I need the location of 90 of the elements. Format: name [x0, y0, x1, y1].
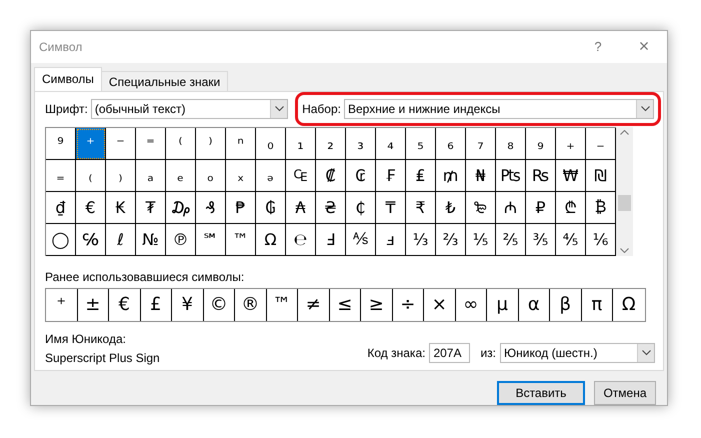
symbol-cell[interactable]: ₯ — [166, 192, 196, 224]
symbol-cell[interactable]: ℓ — [106, 224, 136, 256]
symbol-cell[interactable]: ⁽ — [166, 128, 196, 160]
from-label: из: — [480, 346, 496, 360]
symbol-cell[interactable]: ₺ — [436, 192, 466, 224]
symbol-cell[interactable]: ₰ — [196, 192, 226, 224]
symbol-cell[interactable]: ℅ — [76, 224, 106, 256]
symbol-cell[interactable]: ₔ — [256, 160, 286, 192]
close-button[interactable]: × — [621, 32, 667, 62]
symbol-cell[interactable]: ⅎ — [376, 224, 406, 256]
font-label: Шрифт: — [45, 102, 88, 116]
encoding-dropdown[interactable]: Юникод (шестн.) — [500, 342, 655, 363]
help-button[interactable]: ? — [575, 32, 621, 62]
symbol-cell[interactable]: ₱ — [226, 192, 256, 224]
symbol-cell[interactable]: ₹ — [406, 192, 436, 224]
symbol-cell[interactable]: ₭ — [106, 192, 136, 224]
symbol-cell[interactable]: ⅕ — [466, 224, 496, 256]
symbol-cell[interactable]: ₣ — [376, 160, 406, 192]
symbol-cell[interactable]: ₩ — [556, 160, 586, 192]
symbol-cell[interactable]: ₤ — [406, 160, 436, 192]
symbol-cell[interactable]: ₻ — [466, 192, 496, 224]
symbol-cell[interactable]: ℗ — [166, 224, 196, 256]
symbol-cell[interactable]: ₃ — [346, 128, 376, 160]
symbol-cell[interactable]: ⅓ — [406, 224, 436, 256]
symbol-cell[interactable]: ₾ — [556, 192, 586, 224]
symbol-cell[interactable]: ₉ — [526, 128, 556, 160]
symbol-cell[interactable]: ₡ — [316, 160, 346, 192]
symbol-cell[interactable]: Ω — [256, 224, 286, 256]
symbol-cell[interactable]: ⅔ — [436, 224, 466, 256]
symbol-cell[interactable]: ₓ — [226, 160, 256, 192]
font-dropdown[interactable]: (обычный текст) — [90, 98, 288, 119]
tab[interactable]: Специальные знаки — [100, 70, 228, 91]
symbol-cell[interactable]: ₒ — [196, 160, 226, 192]
symbol-cell[interactable]: ⁻ — [106, 128, 136, 160]
symbol-cell[interactable]: ₌ — [46, 160, 76, 192]
insert-button[interactable]: Вставить — [497, 381, 585, 405]
symbol-cell[interactable]: ₐ — [136, 160, 166, 192]
symbol-cell[interactable]: ⁺ — [76, 128, 106, 160]
unicode-name: Superscript Plus Sign — [45, 350, 161, 365]
recent-label: Ранее использовавшиеся символы: — [45, 270, 246, 284]
symbol-cell[interactable]: ⅖ — [496, 224, 526, 256]
symbol-cell[interactable]: ₑ — [166, 160, 196, 192]
recent-symbol[interactable]: Ω — [613, 288, 644, 321]
symbol-cell[interactable]: ⁾ — [196, 128, 226, 160]
subset-dropdown[interactable]: Верхние и нижние индексы — [344, 98, 654, 119]
symbol-cell[interactable]: ⅍ — [346, 224, 376, 256]
symbol-cell[interactable]: ₁ — [286, 128, 316, 160]
symbol-cell[interactable]: ₅ — [406, 128, 436, 160]
char-code-field[interactable]: 207A — [429, 342, 470, 363]
symbol-cell[interactable]: ₢ — [346, 160, 376, 192]
symbol-cell[interactable]: ₈ — [496, 128, 526, 160]
symbol-cell[interactable]: Ⅎ — [316, 224, 346, 256]
subset-label: Набор: — [302, 102, 341, 116]
symbol-cell[interactable]: ₎ — [106, 160, 136, 192]
cancel-button[interactable]: Отмена — [594, 381, 656, 405]
symbol-cell[interactable]: ™ — [226, 224, 256, 256]
symbol-cell[interactable]: ₍ — [76, 160, 106, 192]
symbol-cell[interactable]: ₠ — [286, 160, 316, 192]
symbol-cell[interactable]: ⁿ — [226, 128, 256, 160]
symbol-cell[interactable]: ₲ — [256, 192, 286, 224]
symbol-cell[interactable]: ℠ — [196, 224, 226, 256]
symbol-cell[interactable]: ₽ — [526, 192, 556, 224]
symbol-cell[interactable]: ₴ — [316, 192, 346, 224]
symbol-cell[interactable]: ⅗ — [526, 224, 556, 256]
symbol-cell[interactable]: ₦ — [466, 160, 496, 192]
symbol-cell[interactable]: № — [136, 224, 166, 256]
symbol-cell[interactable]: ₆ — [436, 128, 466, 160]
tab[interactable]: Символы — [34, 66, 102, 91]
window-title: Символ — [39, 40, 84, 54]
symbol-cell[interactable]: ⁼ — [136, 128, 166, 160]
symbol-cell[interactable]: ₳ — [286, 192, 316, 224]
symbol-cell[interactable]: ⅘ — [556, 224, 586, 256]
symbol-cell[interactable]: ₇ — [466, 128, 496, 160]
unicode-name-label: Имя Юникода: — [45, 332, 127, 346]
symbol-cell[interactable]: € — [76, 192, 106, 224]
symbol-cell[interactable]: ₊ — [556, 128, 586, 160]
symbol-cell[interactable]: ₫ — [46, 192, 76, 224]
char-code-label: Код знака: — [367, 346, 426, 360]
symbol-cell[interactable]: ℮ — [286, 224, 316, 256]
symbol-cell[interactable]: ₂ — [316, 128, 346, 160]
symbol-cell[interactable]: ₥ — [436, 160, 466, 192]
symbol-cell[interactable]: ₀ — [256, 128, 286, 160]
symbol-cell[interactable]: ₧ — [496, 160, 526, 192]
symbol-cell[interactable]: ₸ — [376, 192, 406, 224]
symbol-cell[interactable]: ◯ — [46, 224, 76, 256]
symbol-cell[interactable]: ₮ — [136, 192, 166, 224]
symbol-cell[interactable]: ₄ — [376, 128, 406, 160]
symbol-cell[interactable]: ₵ — [346, 192, 376, 224]
symbol-cell[interactable]: ₼ — [496, 192, 526, 224]
symbol-cell[interactable]: ₨ — [526, 160, 556, 192]
